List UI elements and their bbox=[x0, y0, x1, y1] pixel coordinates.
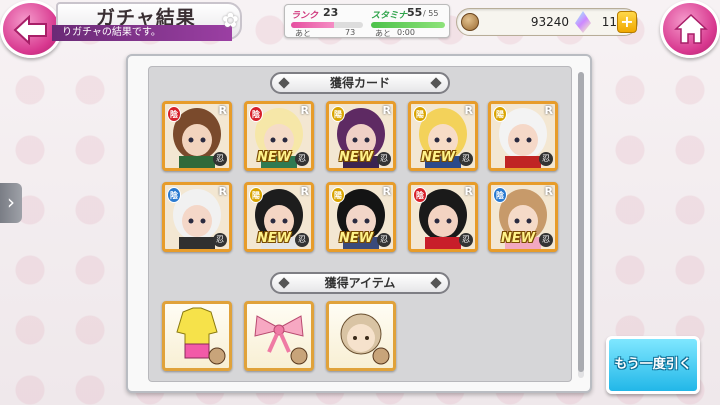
type-badge: 忍 bbox=[377, 233, 391, 247]
attribute-badge: 陽 bbox=[249, 187, 263, 203]
rarity-label: R bbox=[382, 185, 391, 198]
card-slot[interactable]: 陰 R 忍 NEW bbox=[244, 101, 314, 171]
draw-again-button[interactable]: もう一度引く bbox=[606, 336, 700, 394]
new-badge: NEW bbox=[339, 150, 374, 165]
card-slot[interactable]: 陰 R 忍 bbox=[162, 182, 232, 252]
rank-value: 23 bbox=[323, 6, 339, 19]
type-badge: 忍 bbox=[295, 233, 309, 247]
diamond-icon bbox=[430, 77, 442, 89]
rarity-label: R bbox=[382, 104, 391, 117]
chevron-right-icon: › bbox=[7, 190, 15, 214]
side-menu-tab[interactable]: › bbox=[0, 183, 22, 223]
type-badge: 忍 bbox=[539, 152, 553, 166]
status-panel: ランク 23 あと 73 スタミナ 55 / 55 あと 0:00 bbox=[284, 4, 450, 38]
back-arrow-icon bbox=[13, 15, 47, 45]
yellow-outfit-icon bbox=[176, 307, 226, 365]
home-button[interactable] bbox=[660, 0, 720, 58]
buy-gems-button[interactable]: + bbox=[617, 11, 637, 33]
item-slot[interactable] bbox=[162, 301, 232, 371]
type-badge: 忍 bbox=[213, 233, 227, 247]
attribute-badge: 陽 bbox=[413, 106, 427, 122]
item-slot[interactable] bbox=[326, 301, 396, 371]
rarity-label: R bbox=[218, 185, 227, 198]
stamina-label: スタミナ bbox=[371, 11, 408, 21]
new-badge: NEW bbox=[339, 231, 374, 246]
items-section-header: 獲得アイテム bbox=[270, 272, 450, 294]
rank-label: ランク bbox=[291, 11, 319, 21]
card-slot[interactable]: 陰 R 忍 bbox=[162, 101, 232, 171]
card-slot[interactable]: 陽 R 忍 NEW bbox=[326, 182, 396, 252]
type-badge: 忍 bbox=[459, 233, 473, 247]
diamond-icon bbox=[278, 77, 290, 89]
character-face-icon bbox=[340, 313, 390, 365]
type-badge: 忍 bbox=[539, 233, 553, 247]
diamond-icon bbox=[278, 277, 290, 289]
type-badge: 忍 bbox=[459, 152, 473, 166]
rank-next-value: 73 bbox=[345, 28, 356, 37]
coin-icon bbox=[461, 13, 479, 31]
gem-count: 11 bbox=[601, 15, 617, 29]
rarity-label: R bbox=[544, 185, 553, 198]
pink-ribbon-icon bbox=[254, 315, 308, 365]
type-badge: 忍 bbox=[213, 152, 227, 166]
items-section-title: 獲得アイテム bbox=[324, 276, 396, 290]
home-icon bbox=[674, 13, 708, 44]
new-badge: NEW bbox=[257, 150, 292, 165]
card-slot[interactable]: 陽 R 忍 NEW bbox=[244, 182, 314, 252]
attribute-badge: 陽 bbox=[331, 187, 345, 203]
type-badge: 忍 bbox=[295, 152, 309, 166]
stamina-time: 0:00 bbox=[397, 28, 415, 37]
scrollbar[interactable] bbox=[578, 72, 584, 378]
attribute-badge: 陽 bbox=[493, 106, 507, 122]
card-slot[interactable]: 陽 R 忍 NEW bbox=[326, 101, 396, 171]
stamina-max: / 55 bbox=[423, 9, 439, 18]
flower-icon: ✿ bbox=[222, 8, 239, 32]
currency-panel: 93240 11 + bbox=[456, 8, 638, 36]
page-subtitle: りガチャの結果です。 bbox=[52, 25, 232, 41]
new-badge: NEW bbox=[501, 231, 536, 246]
new-badge: NEW bbox=[257, 231, 292, 246]
rarity-label: R bbox=[218, 104, 227, 117]
attribute-badge: 陰 bbox=[167, 187, 181, 203]
attribute-badge: 陰 bbox=[413, 187, 427, 203]
type-badge: 忍 bbox=[377, 152, 391, 166]
card-slot[interactable]: 陽 R 忍 bbox=[488, 101, 558, 171]
card-slot[interactable]: 陰 R 忍 NEW bbox=[488, 182, 558, 252]
attribute-badge: 陰 bbox=[249, 106, 263, 122]
card-slot[interactable]: 陽 R 忍 NEW bbox=[408, 101, 478, 171]
scrollbar-thumb[interactable] bbox=[578, 72, 584, 372]
cards-section-title: 獲得カード bbox=[329, 76, 390, 90]
new-badge: NEW bbox=[421, 150, 456, 165]
stamina-next-label: あと bbox=[375, 29, 391, 38]
rarity-label: R bbox=[300, 104, 309, 117]
attribute-badge: 陰 bbox=[167, 106, 181, 122]
cards-section-header: 獲得カード bbox=[270, 72, 450, 94]
rarity-label: R bbox=[464, 185, 473, 198]
coin-count: 93240 bbox=[530, 15, 569, 29]
attribute-badge: 陽 bbox=[331, 106, 345, 122]
attribute-badge: 陰 bbox=[493, 187, 507, 203]
item-slot[interactable] bbox=[244, 301, 314, 371]
stamina-value: 55 bbox=[407, 6, 423, 19]
diamond-icon bbox=[430, 277, 442, 289]
card-slot[interactable]: 陰 R 忍 bbox=[408, 182, 478, 252]
rarity-label: R bbox=[300, 185, 309, 198]
rarity-label: R bbox=[464, 104, 473, 117]
rank-next-label: あと bbox=[295, 29, 311, 38]
rarity-label: R bbox=[544, 104, 553, 117]
gem-icon bbox=[575, 11, 591, 33]
